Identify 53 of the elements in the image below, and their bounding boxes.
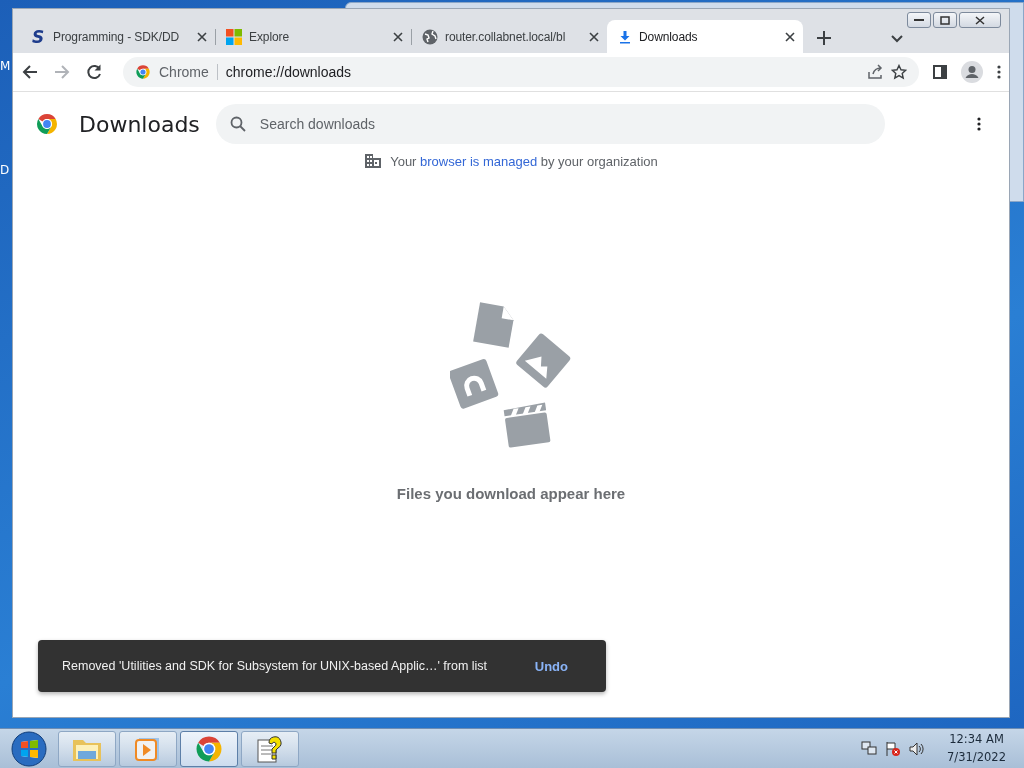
back-button[interactable]: [21, 63, 39, 81]
help-document-icon: [256, 733, 284, 764]
close-icon[interactable]: [197, 31, 207, 42]
new-tab-button[interactable]: [817, 31, 831, 45]
close-icon[interactable]: [785, 31, 795, 42]
empty-message: Files you download appear here: [396, 485, 626, 502]
site-info-icon: [135, 64, 151, 80]
browser-tab[interactable]: router.collabnet.local/bl: [411, 20, 607, 53]
close-icon[interactable]: [393, 31, 403, 42]
clock-date: 7/31/2022: [947, 748, 1006, 766]
menu-icon[interactable]: [997, 65, 1001, 79]
tab-icon: S: [30, 26, 46, 47]
windows-logo-icon: [226, 28, 242, 45]
restore-button[interactable]: [933, 12, 957, 28]
close-icon: [975, 15, 985, 25]
share-icon[interactable]: [867, 64, 883, 80]
browser-tab[interactable]: Downloads: [607, 20, 803, 53]
managed-notice: Your browser is managed by your organization: [390, 153, 658, 169]
site-label: Chrome: [159, 64, 218, 80]
url-text: chrome://downloads: [225, 64, 353, 80]
network-icon[interactable]: [861, 740, 878, 757]
page-title: Downloads: [79, 111, 200, 137]
address-bar[interactable]: Chrome chrome://downloads: [123, 57, 919, 87]
reload-button[interactable]: [85, 63, 103, 81]
desktop-icon-label: D: [0, 163, 10, 177]
clock[interactable]: 12:34 AM 7/31/2022: [947, 731, 1006, 766]
minimize-button[interactable]: [907, 12, 931, 28]
browser-tab[interactable]: S Programming - SDK/DD: [19, 20, 215, 53]
managed-link[interactable]: browser is managed: [420, 153, 538, 169]
undo-button[interactable]: Undo: [530, 654, 572, 678]
restore-icon: [940, 15, 950, 25]
close-icon[interactable]: [589, 31, 599, 42]
search-field[interactable]: Search downloads: [215, 104, 885, 144]
clock-time: 12:34 AM: [949, 731, 1004, 749]
chrome-logo-icon: [35, 112, 59, 136]
download-icon: [618, 29, 632, 44]
building-icon: [364, 153, 383, 169]
side-panel-icon[interactable]: [933, 65, 947, 79]
star-icon[interactable]: [891, 64, 907, 80]
close-button[interactable]: [959, 12, 1001, 28]
minimize-icon: [914, 18, 924, 22]
flag-icon[interactable]: [885, 740, 902, 757]
tab-search-button[interactable]: [891, 35, 903, 43]
more-menu-icon[interactable]: [977, 117, 981, 131]
speaker-icon[interactable]: [909, 740, 926, 757]
browser-tab[interactable]: Explore: [215, 20, 411, 53]
taskbar-app-button[interactable]: [180, 730, 238, 767]
desktop-icon-label: M: [0, 59, 11, 73]
profile-icon[interactable]: [961, 61, 983, 83]
toast-message: Removed 'Utilities and SDK for Subsystem for UNIX-based Applic…' from list: [62, 659, 489, 673]
taskbar-app-button[interactable]: [241, 730, 299, 767]
start-button[interactable]: [10, 729, 48, 768]
globe-icon: [422, 28, 438, 45]
